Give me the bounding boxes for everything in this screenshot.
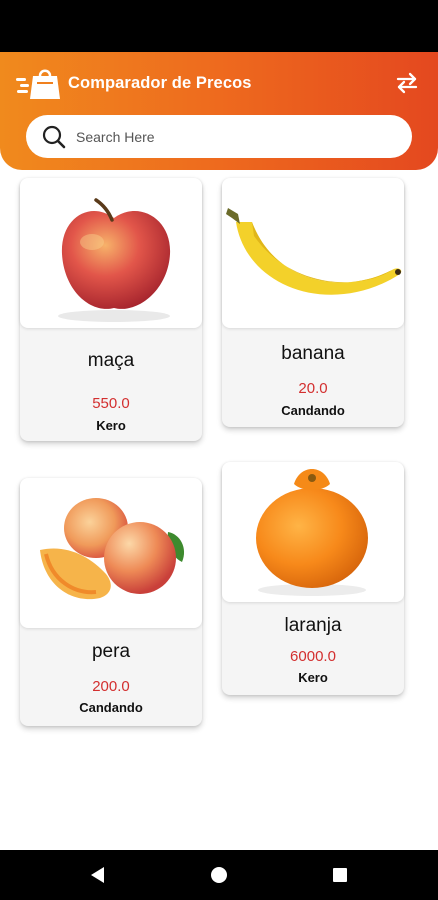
product-card[interactable]: pera 200.0 Candando (20, 478, 202, 726)
product-price: 20.0 (298, 380, 328, 397)
product-price: 6000.0 (290, 648, 336, 665)
product-store: Candando (79, 700, 143, 715)
status-bar (0, 0, 438, 52)
app-header: Comparador de Precos (0, 52, 438, 170)
product-image-apple (20, 178, 202, 328)
product-image-peach (20, 478, 202, 628)
shopping-bag-icon (16, 66, 62, 100)
swap-arrows-icon[interactable] (394, 72, 420, 94)
search-bar[interactable] (26, 115, 412, 158)
search-input[interactable] (76, 115, 396, 158)
navigation-bar (0, 850, 438, 900)
back-triangle-icon[interactable] (88, 865, 108, 885)
product-store: Kero (298, 670, 328, 685)
product-name: maça (87, 350, 135, 371)
product-name: pera (91, 641, 131, 662)
product-card[interactable]: banana 20.0 Candando (222, 178, 404, 427)
app-title: Comparador de Precos (68, 74, 252, 92)
recents-square-icon[interactable] (330, 865, 350, 885)
product-store: Kero (96, 418, 126, 433)
product-image-orange (222, 462, 404, 602)
product-card[interactable]: laranja 6000.0 Kero (222, 462, 404, 695)
product-image-banana (222, 178, 404, 328)
product-name: laranja (284, 615, 342, 636)
product-store: Candando (281, 403, 345, 418)
product-price: 200.0 (92, 678, 130, 695)
product-name: banana (281, 343, 345, 364)
home-circle-icon[interactable] (209, 865, 229, 885)
product-card[interactable]: maça 550.0 Kero (20, 178, 202, 441)
search-icon (41, 124, 67, 150)
product-price: 550.0 (92, 395, 130, 412)
